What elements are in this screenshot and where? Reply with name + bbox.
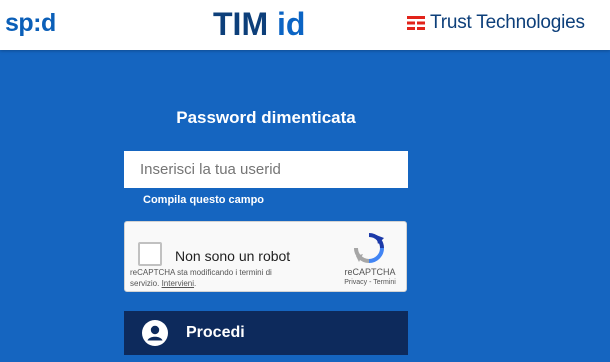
captcha-checkbox[interactable] [138,242,162,266]
captcha-notice-text: reCAPTCHA sta modificando i termini di s… [130,268,272,288]
recaptcha-brand: reCAPTCHA [344,267,396,277]
page-title: Password dimenticata [176,108,356,127]
tim-logo-text: TIM [213,6,269,42]
captcha-label: Non sono un robot [175,248,291,264]
userid-input[interactable] [124,151,408,188]
main-panel: Password dimenticata Compila questo camp… [0,50,610,362]
captcha-notice: reCAPTCHA sta modificando i termini di s… [130,267,300,289]
captcha-notice-end: . [194,279,197,288]
captcha-notice-link[interactable]: Intervieni [162,279,194,288]
terms-link[interactable]: Termini [373,279,396,286]
tim-logo-id: id [268,6,306,42]
user-avatar-icon [142,320,168,346]
trust-technologies-icon [407,16,425,30]
proceed-label: Procedi [186,324,245,341]
trust-technologies-logo: Trust Technologies [407,10,585,36]
validation-message: Compila questo campo [143,194,265,206]
privacy-link[interactable]: Privacy [344,279,367,286]
proceed-button[interactable]: Procedi [124,311,408,355]
recaptcha-links: Privacy - Termini [335,278,405,288]
header: sp:d TIM id Trust Technologies [0,0,610,50]
recaptcha-logo-icon [354,233,384,263]
tim-id-logo: TIM id [213,5,305,43]
spid-logo: sp:d [5,9,56,37]
recaptcha-widget: Non sono un robot reCAPTCHA sta modifica… [124,221,407,292]
trust-technologies-name: Trust Technologies [430,12,585,33]
